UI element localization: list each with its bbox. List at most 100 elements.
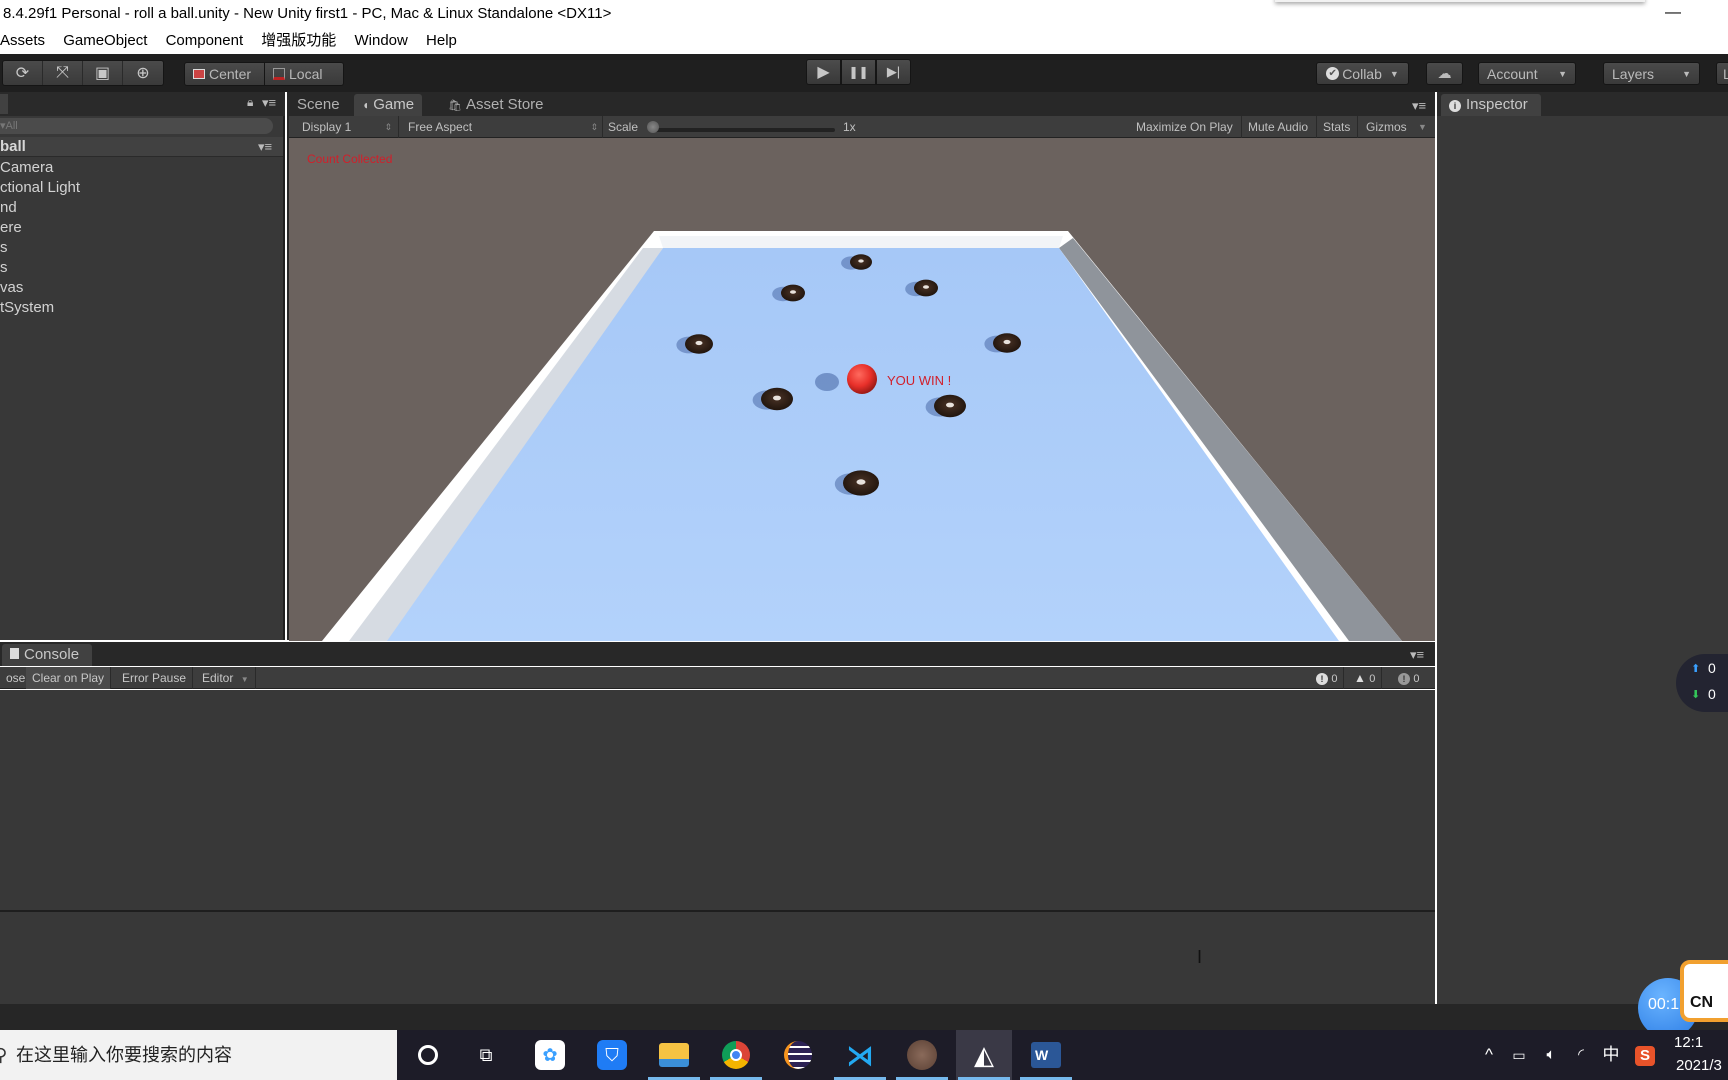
- chevron-up-icon: ^: [1485, 1045, 1493, 1064]
- hierarchy-item[interactable]: ctional Light: [0, 178, 283, 198]
- inspector-panel: [1437, 92, 1728, 1004]
- clock-date[interactable]: 2021/3: [1676, 1057, 1722, 1074]
- message-count-toggle[interactable]: ! 0: [1392, 667, 1425, 689]
- scene-root-item[interactable]: ball ▾≡: [0, 137, 283, 157]
- console-header: Console ▾≡: [0, 642, 1435, 666]
- gizmos-toggle[interactable]: Gizmos: [1360, 116, 1413, 138]
- rotate-icon[interactable]: ⟳: [3, 61, 43, 85]
- scale-icon[interactable]: ⤧: [43, 61, 83, 85]
- hierarchy-item[interactable]: nd: [0, 198, 283, 218]
- network-speed-widget[interactable]: ⬆ 0 ⬇ 0: [1676, 654, 1728, 712]
- hierarchy-item[interactable]: s: [0, 258, 283, 278]
- account-dropdown[interactable]: Account ▼: [1478, 62, 1576, 85]
- cortana-button[interactable]: [400, 1030, 456, 1080]
- aspect-dropdown[interactable]: Free Aspect ⇕: [402, 116, 602, 138]
- minimize-button[interactable]: —: [1658, 2, 1688, 26]
- download-speed: 0: [1708, 686, 1716, 702]
- sogou-ime-button[interactable]: S: [1632, 1030, 1658, 1080]
- error-count-toggle[interactable]: ! 0: [1310, 667, 1345, 689]
- scale-slider[interactable]: [652, 128, 835, 132]
- menu-component[interactable]: Component: [166, 28, 244, 54]
- pickup-hole: [790, 290, 796, 294]
- menu-help[interactable]: Help: [426, 28, 457, 54]
- warning-icon: ▲: [1354, 671, 1366, 685]
- tab-inspector[interactable]: i Inspector: [1441, 94, 1541, 116]
- folder-icon: [659, 1043, 689, 1067]
- layers-dropdown[interactable]: Layers ▼: [1603, 62, 1700, 85]
- game-scene: [289, 138, 1435, 641]
- menu-assets[interactable]: Assets: [0, 28, 45, 54]
- divider: [1357, 116, 1358, 138]
- taskbar-app-tencent-pc-manager[interactable]: ⛉: [584, 1030, 640, 1080]
- hierarchy-item[interactable]: Camera: [0, 158, 283, 178]
- panel-menu-icon[interactable]: ▾≡: [1412, 98, 1426, 114]
- mute-audio-toggle[interactable]: Mute Audio: [1242, 116, 1314, 138]
- gizmos-dropdown-icon[interactable]: ▼: [1412, 116, 1433, 138]
- collab-button[interactable]: ✔ Collab ▼: [1316, 62, 1409, 85]
- hierarchy-item[interactable]: ere: [0, 218, 283, 238]
- hierarchy-search-input[interactable]: ▾All: [0, 118, 273, 134]
- error-icon: !: [1316, 673, 1328, 685]
- panel-menu-icon[interactable]: ▾≡: [262, 95, 276, 111]
- count-text: Count Collected: [307, 152, 393, 166]
- game-view[interactable]: Count Collected YOU WIN !: [289, 138, 1435, 641]
- hierarchy-item[interactable]: vas: [0, 278, 283, 298]
- tab-console[interactable]: Console: [2, 644, 92, 666]
- taskbar-app-chrome[interactable]: [708, 1030, 764, 1080]
- taskbar-app-vscode[interactable]: ⋊: [832, 1030, 888, 1080]
- taskbar-app-file-explorer[interactable]: [646, 1030, 702, 1080]
- menu-window[interactable]: Window: [354, 28, 407, 54]
- maximize-on-play-toggle[interactable]: Maximize On Play: [1130, 116, 1239, 138]
- tab-asset-store[interactable]: 🛍︎ Asset Store: [440, 94, 552, 116]
- task-view-button[interactable]: ⧉: [458, 1030, 514, 1080]
- ime-indicator[interactable]: 中: [1598, 1030, 1624, 1080]
- menu-enhanced[interactable]: 增强版功能: [261, 28, 336, 54]
- chevron-down-icon: ▼: [1558, 68, 1567, 79]
- taskbar-app-photo[interactable]: [894, 1030, 950, 1080]
- cortana-icon: [418, 1045, 438, 1065]
- console-log-list[interactable]: [0, 690, 1435, 910]
- step-button[interactable]: ▶|: [876, 59, 911, 85]
- display-dropdown[interactable]: Display 1 ⇕: [296, 116, 396, 138]
- pivot-local-button[interactable]: Local: [265, 62, 344, 86]
- show-hidden-icons-button[interactable]: ^: [1478, 1030, 1500, 1080]
- transform-tool-icon[interactable]: ⊕: [123, 61, 163, 85]
- inspector-header: i Inspector: [1437, 92, 1728, 116]
- taskbar-app-unity[interactable]: ◭: [956, 1030, 1012, 1080]
- upload-arrow-icon: ⬆: [1691, 663, 1701, 675]
- cloud-button[interactable]: ☁: [1426, 62, 1463, 85]
- task-view-icon: ⧉: [479, 1044, 493, 1065]
- scale-slider-handle[interactable]: [647, 121, 659, 133]
- battery-icon[interactable]: ▭: [1506, 1030, 1532, 1080]
- taskbar-search-input[interactable]: ⚲ 在这里输入你要搜索的内容: [0, 1030, 397, 1080]
- hierarchy-item[interactable]: tSystem: [0, 298, 283, 318]
- stats-toggle[interactable]: Stats: [1317, 116, 1356, 138]
- tab-game[interactable]: ◖ Game: [354, 94, 423, 116]
- pickup-hole: [856, 479, 866, 485]
- taskbar-app-baidu-netdisk[interactable]: ✿: [522, 1030, 578, 1080]
- pause-button[interactable]: ❚❚: [841, 59, 876, 85]
- hierarchy-item[interactable]: s: [0, 238, 283, 258]
- editor-dropdown[interactable]: Editor ▼: [196, 667, 256, 689]
- check-icon: ✔: [1326, 67, 1340, 80]
- warning-count-toggle[interactable]: ▲ 0: [1348, 667, 1383, 689]
- wifi-icon[interactable]: ◜: [1568, 1030, 1594, 1080]
- taskbar-app-word[interactable]: W: [1018, 1030, 1074, 1080]
- clock-time[interactable]: 12:1: [1674, 1034, 1703, 1051]
- tab-scene[interactable]: Scene: [289, 94, 348, 116]
- pivot-center-button[interactable]: Center: [184, 62, 265, 86]
- error-pause-toggle[interactable]: Error Pause: [116, 667, 194, 689]
- scene-menu-icon[interactable]: ▾≡: [258, 137, 272, 157]
- ime-mascot-badge[interactable]: CN: [1680, 960, 1728, 1022]
- taskbar-app-eclipse[interactable]: [770, 1030, 826, 1080]
- lock-icon[interactable]: 🔒︎: [247, 95, 253, 110]
- layout-dropdown[interactable]: L: [1716, 62, 1728, 85]
- clear-on-play-toggle[interactable]: Clear on Play: [26, 667, 112, 689]
- menu-gameobject[interactable]: GameObject: [63, 28, 147, 54]
- volume-icon[interactable]: 🔈︎: [1538, 1030, 1564, 1080]
- console-detail-area[interactable]: [0, 910, 1435, 1004]
- hierarchy-tab[interactable]: [0, 94, 8, 114]
- panel-menu-icon[interactable]: ▾≡: [1410, 647, 1424, 663]
- rect-tool-icon[interactable]: ▣: [83, 61, 123, 85]
- play-button[interactable]: ▶: [806, 59, 841, 85]
